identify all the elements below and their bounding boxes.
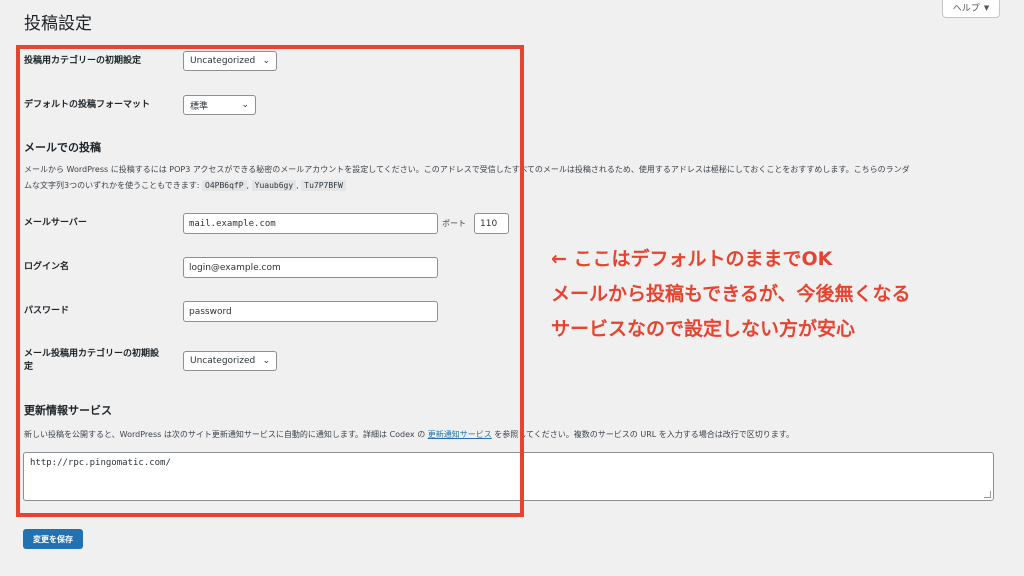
update-services-textarea[interactable]: http://rpc.pingomatic.com/ <box>23 452 994 501</box>
update-services-text-after: を参照してください。複数のサービスの URL を入力する場合は改行で区切ります。 <box>491 430 794 439</box>
port-input[interactable]: 110 <box>474 213 509 234</box>
chevron-down-icon: ⌄ <box>262 356 270 366</box>
save-changes-button[interactable]: 変更を保存 <box>23 529 83 549</box>
login-name-label: ログイン名 <box>24 262 70 272</box>
mail-server-label: メールサーバー <box>24 218 87 228</box>
mail-category-label: メール投稿用カテゴリーの初期設 定 <box>24 348 159 374</box>
help-tab-button[interactable]: ヘルプ ▼ <box>942 0 1000 18</box>
highlight-box <box>16 45 524 517</box>
default-format-select[interactable]: 標準 ⌄ <box>183 95 256 115</box>
update-services-title: 更新情報サービス <box>24 404 112 417</box>
annotation-text: ← ここはデフォルトのままでOK メールから投稿もできるが、今後無くなる サービ… <box>551 242 910 347</box>
login-name-input[interactable]: login@example.com <box>183 257 438 278</box>
default-category-value: Uncategorized <box>190 56 256 66</box>
port-label: ポート <box>442 219 466 228</box>
description-line-1: メールから WordPress に投稿するには POP3 アクセスができる秘密の… <box>24 165 910 174</box>
annotation-line-1: ← ここはデフォルトのままでOK <box>551 248 833 270</box>
separator: , <box>296 181 299 190</box>
mail-category-select[interactable]: Uncategorized ⌄ <box>183 351 277 371</box>
password-input[interactable]: password <box>183 301 438 322</box>
resize-grip-icon[interactable] <box>984 491 991 498</box>
update-services-text-before: 新しい投稿を公開すると、WordPress は次のサイト更新通知サービスに自動的… <box>24 430 428 439</box>
random-string-2: Yuaub6gy <box>251 180 297 191</box>
chevron-down-icon: ⌄ <box>262 56 270 66</box>
password-label: パスワード <box>24 306 70 316</box>
description-line-2: ムな文字列3つのいずれかを使うこともできます: O4PB6qfP, Yuaub6… <box>24 178 1004 194</box>
default-format-value: 標準 <box>190 101 209 112</box>
random-string-1: O4PB6qfP <box>202 180 247 191</box>
description-line-2-text: ムな文字列3つのいずれかを使うこともできます: <box>24 181 200 190</box>
random-string-3: Tu7P7BFW <box>301 180 346 191</box>
separator: , <box>246 181 250 190</box>
update-services-value: http://rpc.pingomatic.com/ <box>30 458 171 468</box>
caret-down-icon: ▼ <box>983 3 990 12</box>
chevron-down-icon: ⌄ <box>241 100 249 110</box>
update-services-link[interactable]: 更新通知サービス <box>428 430 492 439</box>
mail-category-label-line-2: 定 <box>24 362 34 372</box>
mail-category-label-line-1: メール投稿用カテゴリーの初期設 <box>24 349 160 359</box>
annotation-line-3: サービスなので設定しない方が安心 <box>551 318 856 340</box>
default-format-label: デフォルトの投稿フォーマット <box>24 100 151 110</box>
annotation-line-2: メールから投稿もできるが、今後無くなる <box>551 283 911 305</box>
mail-server-input[interactable]: mail.example.com <box>183 213 438 234</box>
default-category-label: 投稿用カテゴリーの初期設定 <box>24 56 142 66</box>
mail-category-value: Uncategorized <box>190 356 256 366</box>
post-via-email-title: メールでの投稿 <box>24 141 101 154</box>
post-via-email-description: メールから WordPress に投稿するには POP3 アクセスができる秘密の… <box>24 162 1004 194</box>
default-category-select[interactable]: Uncategorized ⌄ <box>183 51 277 71</box>
help-label: ヘルプ <box>952 4 980 14</box>
page-title: 投稿設定 <box>24 14 92 34</box>
update-services-description: 新しい投稿を公開すると、WordPress は次のサイト更新通知サービスに自動的… <box>24 427 794 443</box>
